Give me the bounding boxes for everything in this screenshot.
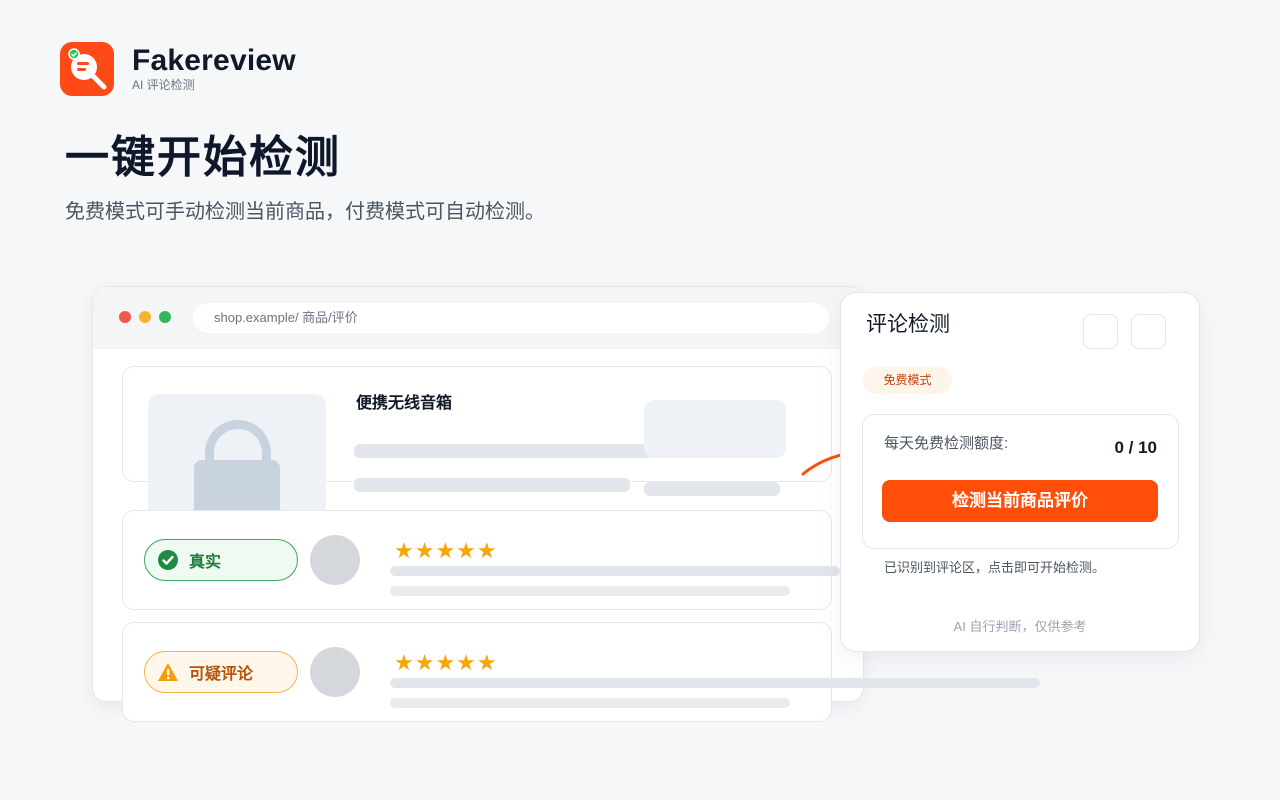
panel-hint: 已识别到评论区，点击即可开始检测。 bbox=[884, 560, 1106, 575]
suspicious-badge: 可疑评论 bbox=[144, 651, 298, 693]
brand-name: Fakereview bbox=[132, 43, 296, 77]
window-minimize-dot[interactable] bbox=[139, 311, 151, 323]
product-name: 便携无线音箱 bbox=[356, 395, 453, 412]
product-desc-placeholder bbox=[354, 478, 630, 492]
review-text-placeholder bbox=[390, 586, 790, 596]
avatar bbox=[310, 535, 360, 585]
window-maximize-dot[interactable] bbox=[159, 311, 171, 323]
quota-label: 每天免费检测额度: bbox=[884, 435, 1009, 452]
hero-subtitle: 免费模式可手动检测当前商品，付费模式可自动检测。 bbox=[65, 201, 545, 223]
badge-label: 可疑评论 bbox=[189, 666, 254, 683]
shopping-bag-body bbox=[194, 460, 280, 512]
panel-settings-button[interactable] bbox=[1083, 314, 1118, 349]
brand-subtitle: AI 评论检测 bbox=[132, 77, 195, 92]
check-circle-icon bbox=[157, 549, 179, 571]
window-close-dot[interactable] bbox=[119, 311, 131, 323]
badge-label: 真实 bbox=[189, 554, 222, 571]
quota-value: 0 / 10 bbox=[1114, 438, 1157, 457]
panel-close-button[interactable] bbox=[1131, 314, 1166, 349]
review-text-placeholder bbox=[390, 698, 790, 708]
star-rating: ★★★★★ bbox=[394, 650, 498, 675]
check-reviews-button[interactable]: 检测当前商品评价 bbox=[882, 480, 1158, 522]
panel-disclaimer: AI 自行判断，仅供参考 bbox=[953, 619, 1087, 634]
review-text-placeholder bbox=[390, 566, 840, 576]
panel-title: 评论检测 bbox=[866, 313, 950, 336]
star-rating: ★★★★★ bbox=[394, 538, 498, 563]
review-text-placeholder bbox=[390, 678, 1040, 688]
hero-title: 一键开始检测 bbox=[65, 133, 341, 182]
price-sub-placeholder bbox=[644, 482, 780, 496]
avatar bbox=[310, 647, 360, 697]
price-placeholder bbox=[644, 400, 786, 458]
app-logo-icon bbox=[60, 42, 114, 96]
warning-triangle-icon bbox=[157, 661, 179, 683]
browser-toolbar: shop.example/ 商品/评价 bbox=[93, 287, 863, 349]
product-image bbox=[148, 394, 326, 512]
brand: Fakereview AI 评论检测 bbox=[60, 42, 296, 96]
product-desc-placeholder bbox=[354, 444, 654, 458]
url-bar[interactable]: shop.example/ 商品/评价 bbox=[193, 303, 829, 333]
mode-badge: 免费模式 bbox=[863, 367, 952, 394]
genuine-badge: 真实 bbox=[144, 539, 298, 581]
